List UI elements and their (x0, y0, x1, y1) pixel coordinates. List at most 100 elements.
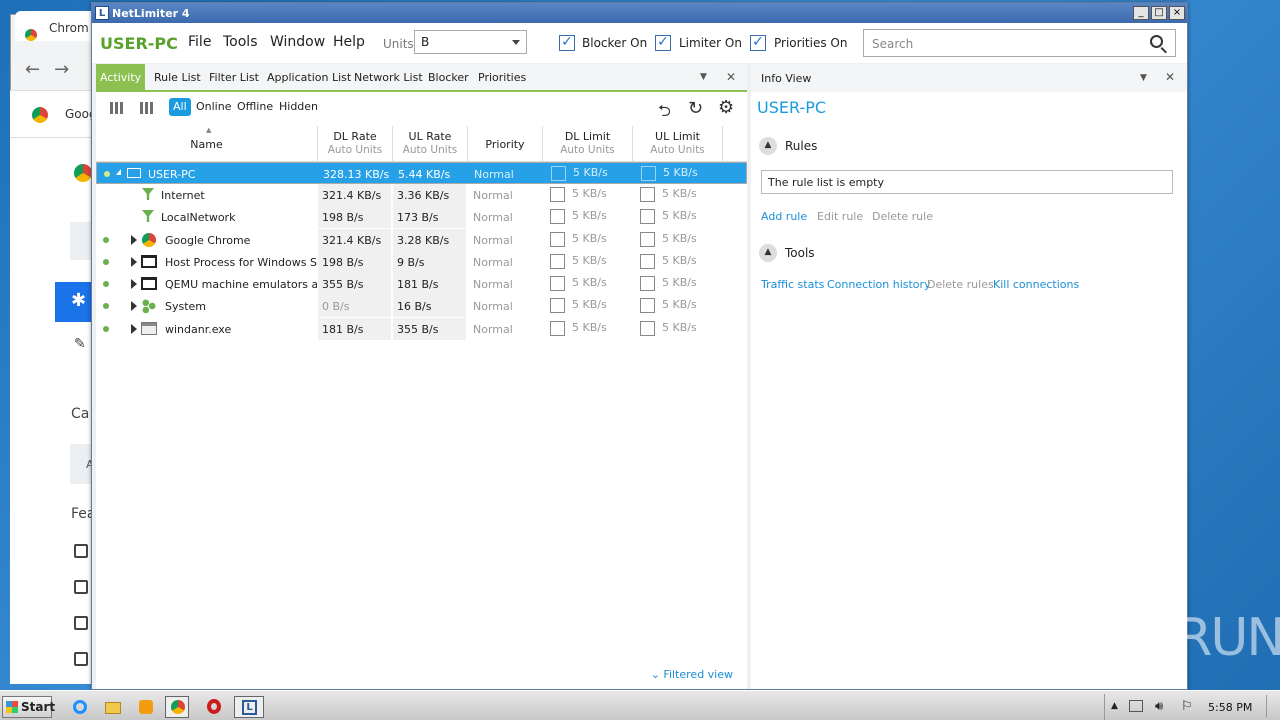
ul-limit-checkbox[interactable] (640, 209, 655, 224)
row-priority[interactable]: Normal (473, 229, 541, 251)
action-center-flag-icon[interactable]: ⚐ (1181, 699, 1193, 714)
tab-filter-list[interactable]: Filter List (205, 64, 263, 90)
media-icon[interactable] (134, 696, 158, 718)
maximize-button[interactable]: □ (1151, 6, 1167, 20)
row-dl-limit[interactable]: 5 KB/s (572, 273, 632, 295)
connection-history-link[interactable]: Connection history (827, 278, 931, 291)
dl-limit-checkbox[interactable] (550, 276, 565, 291)
row-ul-limit[interactable]: 5 KB/s (662, 295, 722, 317)
grid-detail-icon[interactable] (140, 102, 154, 114)
row-priority[interactable]: Normal (473, 184, 541, 206)
row-dl-limit[interactable]: 5 KB/s (572, 206, 632, 228)
checkbox[interactable] (74, 544, 88, 558)
minimize-button[interactable]: _ (1133, 6, 1149, 20)
row-priority[interactable]: Normal (474, 163, 542, 185)
row-ul-limit[interactable]: 5 KB/s (662, 273, 722, 295)
ul-limit-checkbox[interactable] (640, 232, 655, 247)
blocker-checkbox[interactable]: ✓ (559, 35, 575, 51)
clock[interactable]: 5:58 PM (1208, 701, 1252, 714)
table-row[interactable]: QEMU machine emulators and 355 B/s 181 B… (96, 273, 747, 295)
priorities-checkbox[interactable]: ✓ (750, 35, 766, 51)
row-priority[interactable]: Normal (473, 251, 541, 273)
dl-limit-checkbox[interactable] (551, 166, 566, 181)
row-ul-limit[interactable]: 5 KB/s (662, 251, 722, 273)
volume-icon[interactable]: 🔊︎ (1155, 699, 1163, 714)
tab-network-list[interactable]: Network List (350, 64, 427, 90)
row-priority[interactable]: Normal (473, 273, 541, 295)
start-button[interactable]: Start (2, 696, 55, 718)
panel-close-icon[interactable]: ✕ (726, 70, 736, 84)
ie-icon[interactable] (68, 696, 92, 718)
settings-gear-icon[interactable]: ⚙ (718, 97, 734, 118)
info-close-icon[interactable]: ✕ (1165, 70, 1175, 84)
chrome-icon[interactable] (165, 696, 189, 718)
col-ul-rate[interactable]: UL Rate Auto Units (393, 126, 468, 162)
menu-help[interactable]: Help (333, 34, 365, 50)
row-dl-limit[interactable]: 5 KB/s (572, 318, 632, 340)
tray-expand-icon[interactable]: ▲ (1111, 701, 1118, 711)
tab-activity[interactable]: Activity (96, 64, 146, 90)
row-priority[interactable]: Normal (473, 295, 541, 317)
rules-collapse-icon[interactable]: ▲ (759, 137, 777, 155)
row-dl-limit[interactable]: 5 KB/s (572, 295, 632, 317)
menu-window[interactable]: Window (270, 34, 325, 50)
row-ul-limit[interactable]: 5 KB/s (663, 163, 723, 185)
dl-limit-checkbox[interactable] (550, 232, 565, 247)
explorer-icon[interactable] (101, 696, 125, 718)
col-dl-rate[interactable]: DL Rate Auto Units (318, 126, 393, 162)
traffic-stats-link[interactable]: Traffic stats (761, 278, 824, 291)
back-icon[interactable]: ⮌ (658, 100, 671, 127)
tools-collapse-icon[interactable]: ▲ (759, 244, 777, 262)
close-window-button[interactable]: × (1169, 6, 1185, 20)
ul-limit-checkbox[interactable] (640, 254, 655, 269)
col-priority[interactable]: Priority (468, 126, 543, 162)
dl-limit-checkbox[interactable] (550, 254, 565, 269)
table-row[interactable]: Internet 321.4 KB/s 3.36 KB/s Normal 5 K… (96, 184, 747, 206)
filter-offline[interactable]: Offline (233, 98, 277, 116)
dl-limit-checkbox[interactable] (550, 321, 565, 336)
filtered-view-link[interactable]: ⌄ Filtered view (651, 668, 733, 681)
tab-blocker[interactable]: Blocker (424, 64, 473, 90)
filter-hidden[interactable]: Hidden (275, 98, 322, 116)
tab-application-list[interactable]: Application List (263, 64, 355, 90)
tab-dropdown-icon[interactable]: ▼ (700, 72, 707, 82)
table-row[interactable]: Host Process for Windows Ser 198 B/s 9 B… (96, 251, 747, 273)
ul-limit-checkbox[interactable] (640, 298, 655, 313)
row-priority[interactable]: Normal (473, 206, 541, 228)
opera-icon[interactable] (202, 696, 226, 718)
expand-icon[interactable] (131, 324, 137, 334)
ul-limit-checkbox[interactable] (641, 166, 656, 181)
table-row[interactable]: windanr.exe 181 B/s 355 B/s Normal 5 KB/… (96, 318, 747, 340)
row-dl-limit[interactable]: 5 KB/s (572, 251, 632, 273)
tab-rule-list[interactable]: Rule List (150, 64, 205, 90)
expand-open-icon[interactable] (116, 169, 121, 175)
menu-tools[interactable]: Tools (223, 34, 258, 50)
filter-all[interactable]: All (169, 98, 191, 116)
info-dropdown-icon[interactable]: ▼ (1140, 73, 1147, 83)
row-ul-limit[interactable]: 5 KB/s (662, 318, 722, 340)
kill-connections-link[interactable]: Kill connections (993, 278, 1079, 291)
search-input[interactable]: Search (863, 29, 1176, 57)
ul-limit-checkbox[interactable] (640, 276, 655, 291)
netlimiter-icon[interactable]: L (234, 696, 264, 718)
table-row[interactable]: System 0 B/s 16 B/s Normal 5 KB/s 5 KB/s (96, 295, 747, 317)
row-dl-limit[interactable]: 5 KB/s (573, 163, 633, 185)
table-row[interactable]: LocalNetwork 198 B/s 173 B/s Normal 5 KB… (96, 206, 747, 228)
checkbox[interactable] (74, 580, 88, 594)
dl-limit-checkbox[interactable] (550, 209, 565, 224)
col-dl-limit[interactable]: DL Limit Auto Units (543, 126, 633, 162)
show-desktop-button[interactable] (1266, 695, 1278, 717)
checkbox[interactable] (74, 652, 88, 666)
filter-online[interactable]: Online (192, 98, 235, 116)
row-dl-limit[interactable]: 5 KB/s (572, 229, 632, 251)
table-row[interactable]: Google Chrome 321.4 KB/s 3.28 KB/s Norma… (96, 229, 747, 251)
dl-limit-checkbox[interactable] (550, 187, 565, 202)
ul-limit-checkbox[interactable] (640, 321, 655, 336)
limiter-checkbox[interactable]: ✓ (655, 35, 671, 51)
grid-view-icon[interactable] (110, 102, 124, 114)
checkbox[interactable] (74, 616, 88, 630)
row-ul-limit[interactable]: 5 KB/s (662, 184, 722, 206)
expand-icon[interactable] (131, 235, 137, 245)
network-icon[interactable] (1129, 700, 1143, 712)
row-ul-limit[interactable]: 5 KB/s (662, 229, 722, 251)
